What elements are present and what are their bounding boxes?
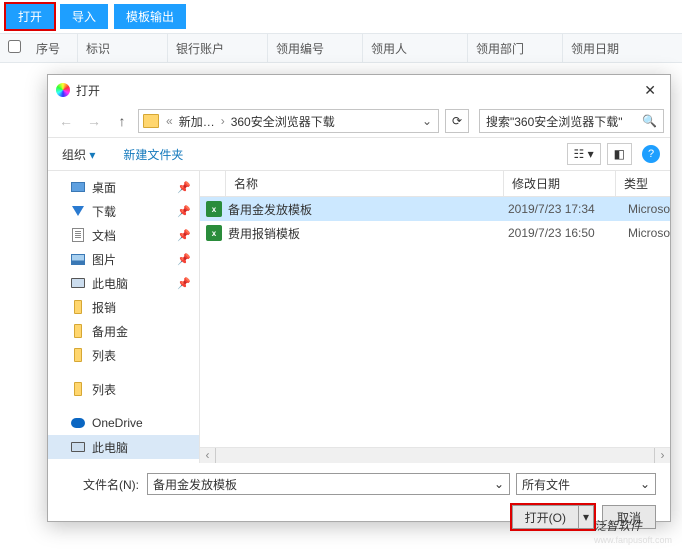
filetype-select[interactable]: 所有文件 ⌄	[516, 473, 656, 495]
close-icon[interactable]: ✕	[638, 80, 662, 101]
col-recv-no[interactable]: 领用编号	[268, 34, 363, 62]
view-mode-button[interactable]: ☷ ▾	[567, 143, 601, 165]
file-row[interactable]: x 备用金发放模板2019/7/23 17:34Microso	[200, 197, 670, 221]
file-list-header: 名称 修改日期 类型	[200, 171, 670, 197]
col-mark[interactable]: 标识	[78, 34, 168, 62]
tree-item[interactable]: 备用金	[48, 319, 199, 343]
excel-icon: x	[206, 225, 222, 241]
chevron-down-icon[interactable]: ▾	[579, 510, 593, 524]
file-list: x 备用金发放模板2019/7/23 17:34Microso x 费用报销模板201…	[200, 197, 670, 447]
col-blank	[200, 171, 226, 196]
tree-item[interactable]: 文档📌	[48, 223, 199, 247]
tree-item[interactable]: 报销	[48, 295, 199, 319]
col-recv-dept[interactable]: 领用部门	[468, 34, 563, 62]
col-recv-date[interactable]: 领用日期	[563, 34, 682, 62]
file-name: 费用报销模板	[228, 225, 508, 242]
open-button[interactable]: 打开	[6, 4, 54, 29]
file-open-dialog: 打开 ✕ ← → ↑ « 新加… › 360安全浏览器下载 ⌄ ⟳ 搜索"360…	[47, 74, 671, 522]
filter-value: 所有文件	[522, 476, 570, 493]
tree-item[interactable]: 桌面📌	[48, 175, 199, 199]
back-icon[interactable]: ←	[54, 109, 78, 133]
nav-row: ← → ↑ « 新加… › 360安全浏览器下载 ⌄ ⟳ 搜索"360安全浏览器…	[48, 105, 670, 137]
col-bank[interactable]: 银行账户	[168, 34, 268, 62]
pin-icon: 📌	[177, 205, 191, 218]
chevron-down-icon[interactable]: ⌄	[416, 114, 438, 128]
app-icon	[56, 83, 70, 97]
open-label: 打开(O)	[513, 506, 579, 528]
dialog-bottom: 文件名(N): 备用金发放模板 ⌄ 所有文件 ⌄ 打开(O) ▾ 取消	[48, 463, 670, 537]
filename-input[interactable]: 备用金发放模板 ⌄	[147, 473, 510, 495]
organize-menu[interactable]: 组织 ▾	[58, 144, 99, 165]
tree-item[interactable]: 图片📌	[48, 247, 199, 271]
nav-tree: 桌面📌下载📌文档📌图片📌此电脑📌报销备用金列表列表OneDrive此电脑	[48, 171, 200, 463]
tree-item[interactable]: 此电脑📌	[48, 271, 199, 295]
pin-icon: 📌	[177, 229, 191, 242]
top-toolbar: 打开 导入 模板输出	[0, 0, 682, 33]
template-export-button[interactable]: 模板输出	[114, 4, 186, 29]
select-all-checkbox[interactable]	[8, 40, 21, 53]
h-scrollbar[interactable]: ‹ ›	[200, 447, 670, 463]
search-icon: 🔍	[642, 114, 657, 128]
file-name: 备用金发放模板	[228, 201, 508, 218]
filename-label: 文件名(N):	[62, 476, 147, 493]
cancel-button[interactable]: 取消	[602, 505, 656, 529]
file-type: Microso	[628, 202, 670, 216]
dialog-title: 打开	[76, 82, 100, 99]
tree-item[interactable]: 列表	[48, 377, 199, 401]
col-name[interactable]: 名称	[226, 171, 504, 196]
grid-header: 序号 标识 银行账户 领用编号 领用人 领用部门 领用日期	[0, 33, 682, 63]
filename-value: 备用金发放模板	[153, 476, 237, 493]
refresh-icon[interactable]: ⟳	[445, 109, 469, 133]
col-date[interactable]: 修改日期	[504, 171, 616, 196]
chevron-down-icon[interactable]: ⌄	[640, 477, 650, 491]
pin-icon: 📌	[177, 277, 191, 290]
file-type: Microso	[628, 226, 670, 240]
forward-icon[interactable]: →	[82, 109, 106, 133]
pin-icon: 📌	[177, 181, 191, 194]
file-date: 2019/7/23 16:50	[508, 226, 628, 240]
breadcrumb[interactable]: « 新加… › 360安全浏览器下载 ⌄	[138, 109, 439, 133]
col-recv-person[interactable]: 领用人	[363, 34, 468, 62]
tree-item[interactable]: 列表	[48, 343, 199, 367]
col-type[interactable]: 类型	[616, 171, 670, 196]
preview-pane-button[interactable]: ◧	[607, 143, 632, 165]
col-seq[interactable]: 序号	[28, 34, 78, 62]
file-area: 名称 修改日期 类型 x 备用金发放模板2019/7/23 17:34Micros…	[200, 171, 670, 463]
help-icon[interactable]: ?	[642, 145, 660, 163]
dialog-titlebar: 打开 ✕	[48, 75, 670, 105]
new-folder-button[interactable]: 新建文件夹	[119, 144, 187, 165]
crumb-b[interactable]: 360安全浏览器下载	[228, 113, 338, 130]
crumb-a[interactable]: 新加…	[176, 113, 218, 130]
chevron-down-icon[interactable]: ⌄	[494, 477, 504, 491]
open-file-button[interactable]: 打开(O) ▾	[512, 505, 594, 529]
file-row[interactable]: x 费用报销模板2019/7/23 16:50Microso	[200, 221, 670, 245]
excel-icon: x	[206, 201, 222, 217]
import-button[interactable]: 导入	[60, 4, 108, 29]
tree-item[interactable]: 下载📌	[48, 199, 199, 223]
dialog-toolbar: 组织 ▾ 新建文件夹 ☷ ▾ ◧ ?	[48, 137, 670, 171]
folder-icon	[143, 114, 159, 128]
tree-item[interactable]: OneDrive	[48, 411, 199, 435]
up-icon[interactable]: ↑	[110, 109, 134, 133]
search-input[interactable]: 搜索"360安全浏览器下载" 🔍	[479, 109, 664, 133]
tree-item[interactable]: 此电脑	[48, 435, 199, 459]
pin-icon: 📌	[177, 253, 191, 266]
file-date: 2019/7/23 17:34	[508, 202, 628, 216]
search-placeholder: 搜索"360安全浏览器下载"	[486, 113, 623, 130]
